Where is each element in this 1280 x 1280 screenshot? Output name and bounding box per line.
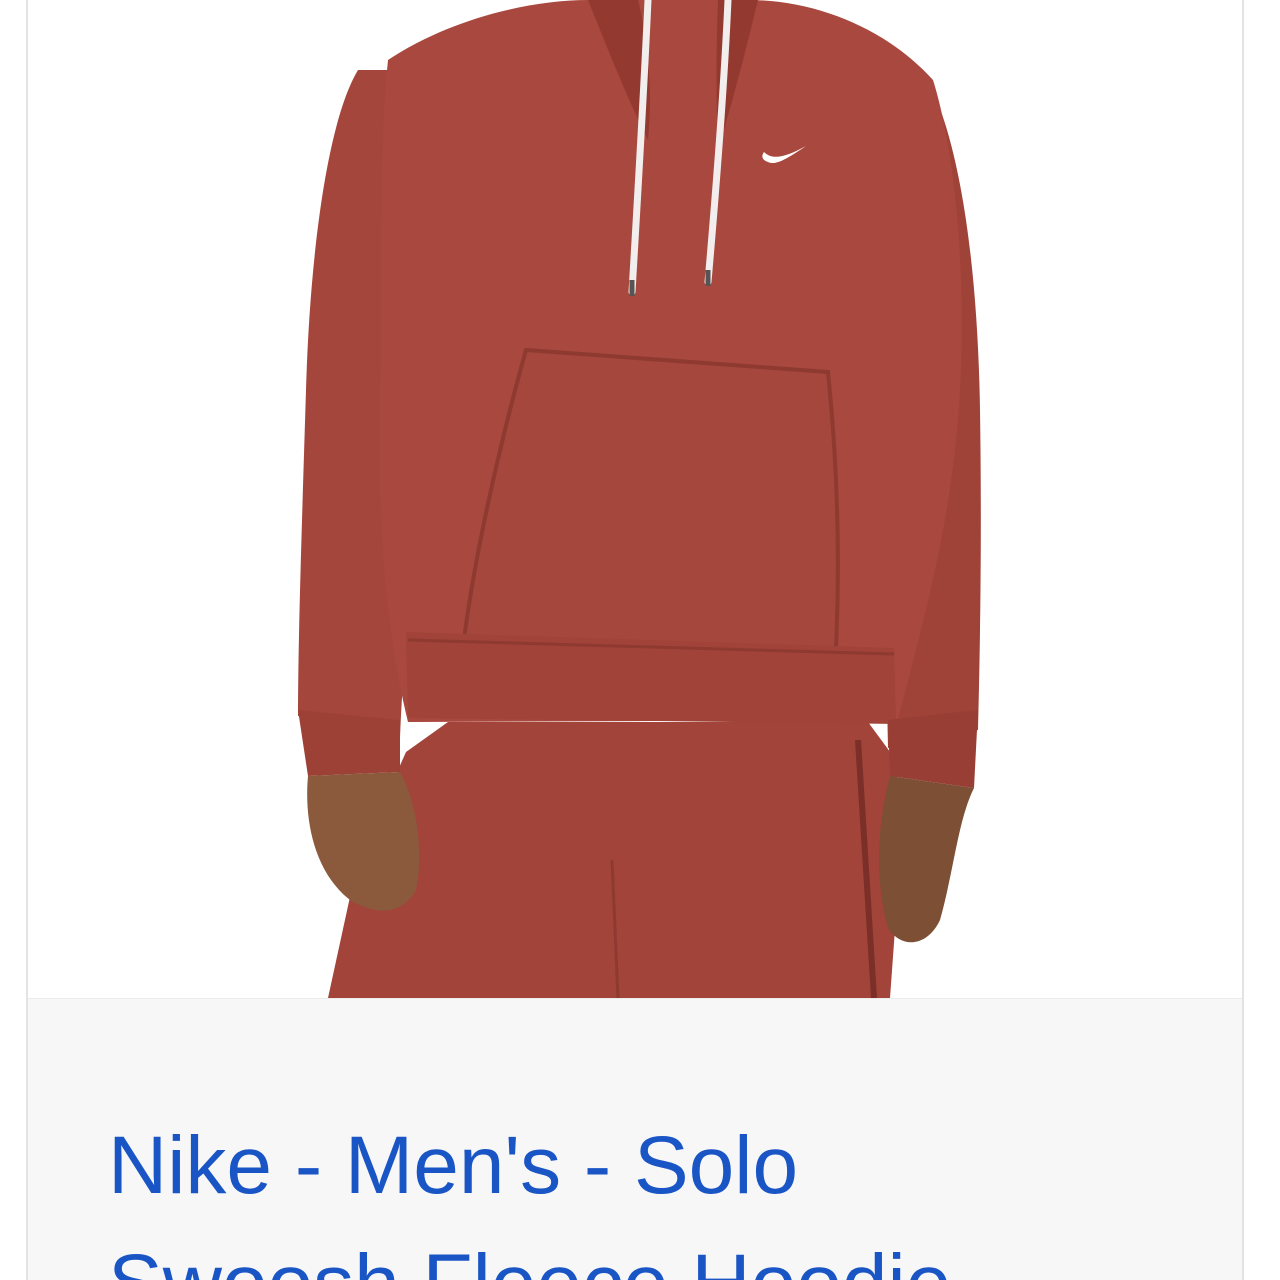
product-image[interactable] <box>28 0 1242 998</box>
product-card[interactable]: Nike - Men's - Solo Swoosh Fleece Hoodie <box>26 0 1244 1280</box>
hoodie-photo <box>298 0 981 998</box>
page: Nike - Men's - Solo Swoosh Fleece Hoodie <box>0 0 1280 1280</box>
product-caption: Nike - Men's - Solo Swoosh Fleece Hoodie <box>28 998 1242 1280</box>
product-title-link[interactable]: Nike - Men's - Solo Swoosh Fleece Hoodie <box>108 1107 1108 1280</box>
